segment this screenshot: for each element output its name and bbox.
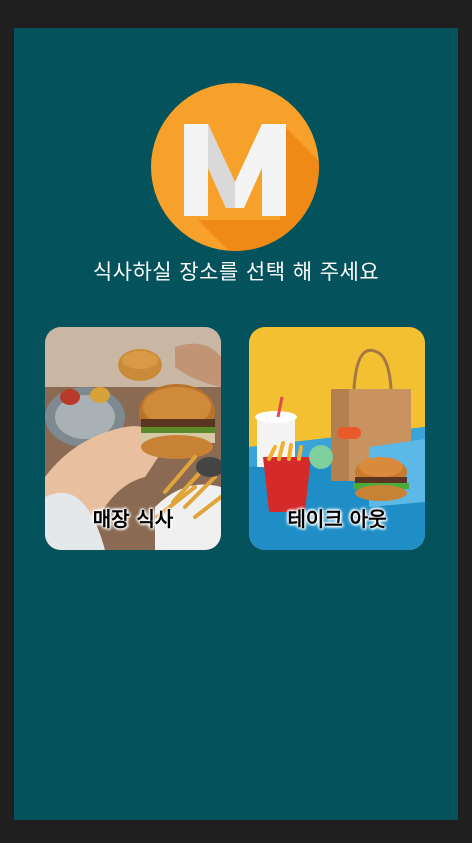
kiosk-screen: 식사하실 장소를 선택 해 주세요 매장 식사 테이크 아웃 bbox=[14, 28, 458, 820]
location-prompt: 식사하실 장소를 선택 해 주세요 bbox=[92, 260, 380, 284]
takeout-label: 테이크 아웃 bbox=[287, 507, 387, 531]
dine-in-button[interactable]: 매장 식사 bbox=[45, 327, 221, 550]
takeout-button[interactable]: 테이크 아웃 bbox=[249, 327, 425, 550]
dine-in-label: 매장 식사 bbox=[92, 507, 174, 531]
brand-logo-icon bbox=[150, 82, 320, 252]
